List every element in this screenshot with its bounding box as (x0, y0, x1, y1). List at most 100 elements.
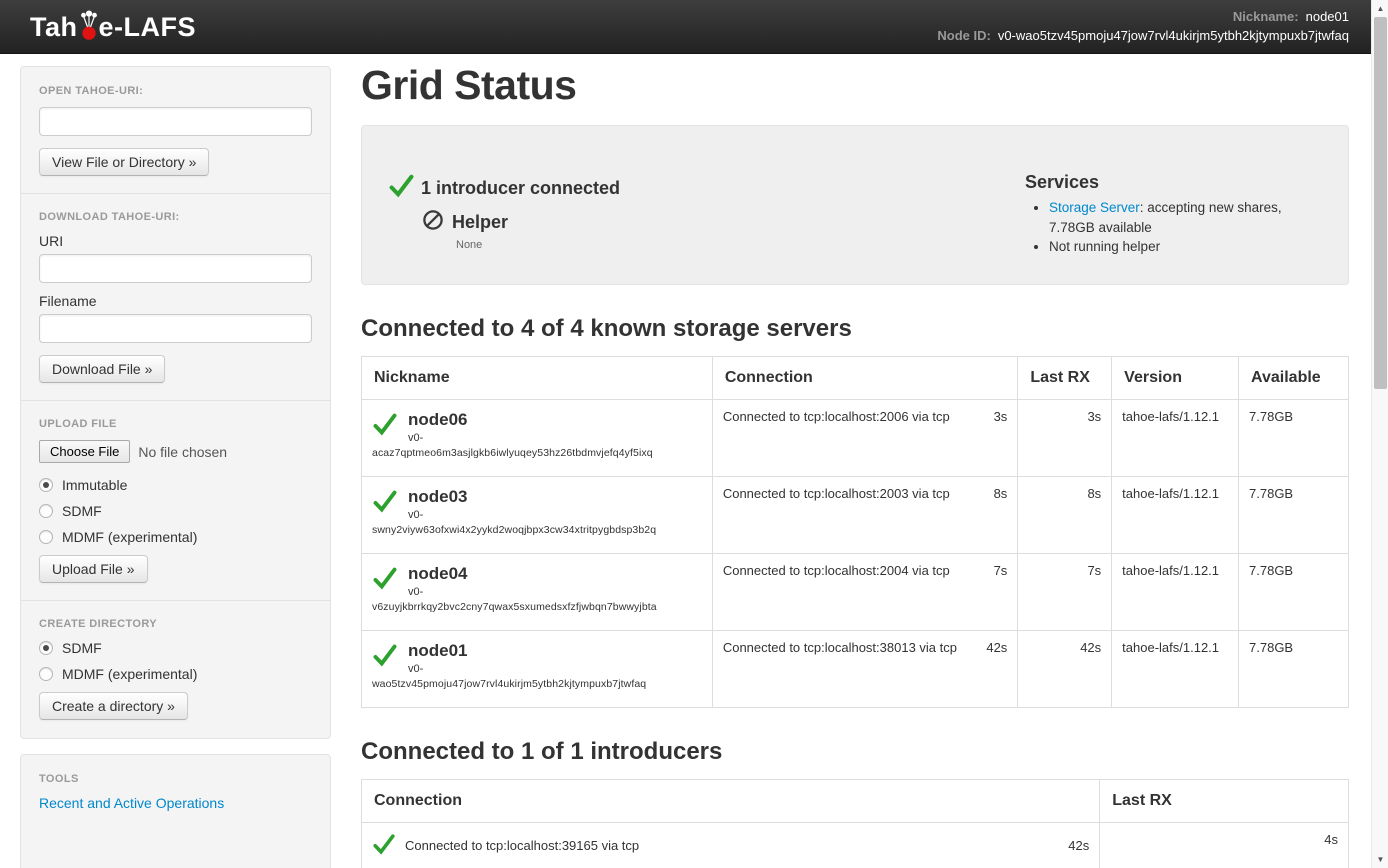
last-rx-cell: 42s (1018, 631, 1112, 708)
sidebar: OPEN TAHOE-URI: View File or Directory »… (20, 66, 331, 868)
connected-check-icon (372, 565, 398, 594)
download-uri-section: DOWNLOAD TAHOE-URI: URI Filename Downloa… (39, 211, 312, 383)
last-rx-cell: 8s (1018, 477, 1112, 554)
connected-check-icon (372, 642, 398, 671)
storage-servers-heading: Connected to 4 of 4 known storage server… (361, 315, 1349, 343)
node-hash: wao5tzv45pmoju47jow7rvl4ukirjm5ytbh2kjty… (372, 678, 702, 690)
choose-file-button[interactable]: Choose File (39, 440, 130, 463)
brand-text-pre: Tah (30, 12, 78, 43)
section-divider (21, 193, 330, 194)
radio-icon[interactable] (39, 504, 53, 518)
radio-icon[interactable] (39, 530, 53, 544)
scroll-down-arrow[interactable]: ▼ (1372, 851, 1388, 868)
last-rx-cell: 7s (1018, 554, 1112, 631)
dir-format-mdmf[interactable]: MDMF (experimental) (39, 666, 312, 682)
upload-file-button[interactable]: Upload File » (39, 555, 148, 583)
dir-format-sdmf[interactable]: SDMF (39, 640, 312, 656)
filename-input[interactable] (39, 314, 312, 343)
create-directory-section: CREATE DIRECTORY SDMF MDMF (experimental… (39, 618, 312, 720)
version-cell: tahoe-lafs/1.12.1 (1112, 554, 1239, 631)
service-storage-item: Storage Server: accepting new shares, 7.… (1049, 198, 1330, 237)
create-directory-heading: CREATE DIRECTORY (39, 618, 312, 630)
app-logo[interactable]: Tah e-LAFS (30, 0, 196, 54)
section-divider (21, 600, 330, 601)
node-id-label: Node ID: (937, 26, 990, 45)
nickname-label: Nickname: (1233, 7, 1299, 26)
open-uri-section: OPEN TAHOE-URI: View File or Directory » (39, 85, 312, 176)
connected-check-icon (372, 411, 398, 440)
upload-file-section: UPLOAD FILE Choose File No file chosen I… (39, 418, 312, 583)
upload-format-sdmf[interactable]: SDMF (39, 503, 312, 519)
file-status-text: No file chosen (138, 444, 227, 460)
helper-value: None (456, 239, 1025, 251)
connection-cell: Connected to tcp:localhost:2003 via tcp8… (712, 477, 1017, 554)
section-divider (21, 400, 330, 401)
scrollbar[interactable]: ▲ ▼ (1371, 0, 1388, 868)
nickname-cell: node01 v0- wao5tzv45pmoju47jow7rvl4ukirj… (362, 631, 713, 708)
scroll-up-arrow[interactable]: ▲ (1372, 0, 1388, 17)
table-row: Connected to tcp:localhost:39165 via tcp… (362, 823, 1349, 868)
nickname-cell: node06 v0- acaz7qptmeo6m3asjlgkb6iwlyuqe… (362, 400, 713, 477)
helper-disabled-icon (422, 209, 444, 236)
introducers-heading: Connected to 1 of 1 introducers (361, 738, 1349, 766)
main-content: Grid Status 1 introducer connected Helpe… (361, 54, 1349, 868)
introducer-check-icon (388, 172, 415, 204)
upload-format-immutable[interactable]: Immutable (39, 477, 312, 493)
radio-icon[interactable] (39, 478, 53, 492)
node-info: Nickname: node01 Node ID: v0-wao5tzv45pm… (937, 7, 1349, 45)
download-file-button[interactable]: Download File » (39, 355, 165, 383)
nickname-cell: node03 v0- swny2viyw63ofxwi4x2yykd2woqjb… (362, 477, 713, 554)
upload-format-mdmf[interactable]: MDMF (experimental) (39, 529, 312, 545)
services-panel: Services Storage Server: accepting new s… (1025, 172, 1330, 266)
nickname-value: node01 (1306, 7, 1349, 26)
connected-check-icon (372, 488, 398, 517)
storage-server-link[interactable]: Storage Server (1049, 200, 1140, 215)
col-available: Available (1239, 357, 1349, 400)
tahoe-lafs-app: Tah e-LAFS Nickname: node01 Node ID: v0-w… (0, 0, 1388, 868)
table-row: node04 v0- v6zuyjkbrrkqy2bvc2cny7qwax5sx… (362, 554, 1349, 631)
tahoe-balloon-icon (79, 10, 99, 48)
brand-text-post: e-LAFS (99, 12, 197, 43)
open-uri-heading: OPEN TAHOE-URI: (39, 85, 312, 97)
version-cell: tahoe-lafs/1.12.1 (1112, 477, 1239, 554)
table-row: node06 v0- acaz7qptmeo6m3asjlgkb6iwlyuqe… (362, 400, 1349, 477)
download-uri-input[interactable] (39, 254, 312, 283)
available-cell: 7.78GB (1239, 554, 1349, 631)
connection-cell: Connected to tcp:localhost:2006 via tcp3… (712, 400, 1017, 477)
table-header-row: Connection Last RX (362, 780, 1349, 823)
view-file-button[interactable]: View File or Directory » (39, 148, 209, 176)
service-helper-item: Not running helper (1049, 237, 1330, 257)
status-summary-well: 1 introducer connected Helper None Servi… (361, 125, 1349, 285)
version-cell: tahoe-lafs/1.12.1 (1112, 400, 1239, 477)
col-connection: Connection (362, 780, 1100, 823)
sidebar-forms-panel: OPEN TAHOE-URI: View File or Directory »… (20, 66, 331, 739)
status-left: 1 introducer connected Helper None (388, 172, 1025, 266)
radio-icon[interactable] (39, 641, 53, 655)
top-navbar: Tah e-LAFS Nickname: node01 Node ID: v0-w… (0, 0, 1388, 54)
col-version: Version (1112, 357, 1239, 400)
node-hash: acaz7qptmeo6m3asjlgkb6iwlyuqey53hz26tbdm… (372, 447, 702, 459)
recent-operations-link[interactable]: Recent and Active Operations (39, 795, 224, 811)
storage-servers-table: Nickname Connection Last RX Version Avai… (361, 356, 1349, 708)
download-uri-heading: DOWNLOAD TAHOE-URI: (39, 211, 312, 223)
nickname-cell: node04 v0- v6zuyjkbrrkqy2bvc2cny7qwax5sx… (362, 554, 713, 631)
col-last-rx: Last RX (1018, 357, 1112, 400)
available-cell: 7.78GB (1239, 631, 1349, 708)
scrollbar-thumb[interactable] (1374, 17, 1387, 389)
node-id-value: v0-wao5tzv45pmoju47jow7rvl4ukirjm5ytbh2k… (998, 26, 1349, 45)
table-row: node01 v0- wao5tzv45pmoju47jow7rvl4ukirj… (362, 631, 1349, 708)
open-uri-input[interactable] (39, 107, 312, 136)
tools-heading: TOOLS (39, 773, 312, 785)
table-header-row: Nickname Connection Last RX Version Avai… (362, 357, 1349, 400)
connection-cell: Connected to tcp:localhost:38013 via tcp… (712, 631, 1017, 708)
available-cell: 7.78GB (1239, 477, 1349, 554)
connection-cell: Connected to tcp:localhost:39165 via tcp… (362, 823, 1100, 868)
radio-icon[interactable] (39, 667, 53, 681)
connection-cell: Connected to tcp:localhost:2004 via tcp7… (712, 554, 1017, 631)
tools-panel: TOOLS Recent and Active Operations (20, 754, 331, 868)
col-last-rx: Last RX (1100, 780, 1349, 823)
available-cell: 7.78GB (1239, 400, 1349, 477)
helper-title: Helper (452, 212, 508, 233)
create-directory-button[interactable]: Create a directory » (39, 692, 188, 720)
node-hash: v6zuyjkbrrkqy2bvc2cny7qwax5sxumedsxfzfjw… (372, 601, 702, 613)
